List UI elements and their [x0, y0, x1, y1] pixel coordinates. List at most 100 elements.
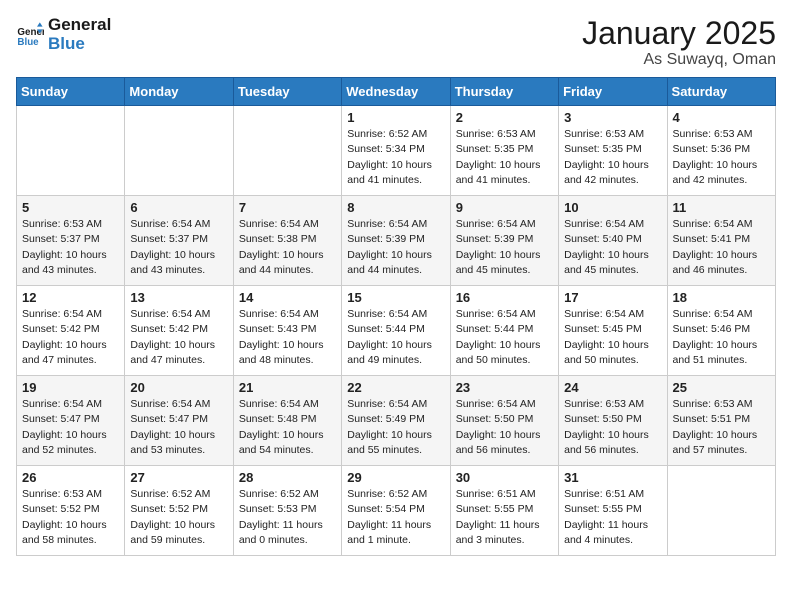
sunset-text: Sunset: 5:37 PM — [130, 232, 227, 247]
day-number: 31 — [564, 470, 661, 485]
day-info: Sunrise: 6:52 AMSunset: 5:54 PMDaylight:… — [347, 487, 444, 548]
calendar-cell: 8 Sunrise: 6:54 AMSunset: 5:39 PMDaylight… — [342, 196, 450, 286]
day-info: Sunrise: 6:53 AMSunset: 5:35 PMDaylight:… — [456, 127, 553, 188]
day-number: 21 — [239, 380, 336, 395]
day-number: 24 — [564, 380, 661, 395]
sunset-text: Sunset: 5:38 PM — [239, 232, 336, 247]
day-info: Sunrise: 6:51 AMSunset: 5:55 PMDaylight:… — [456, 487, 553, 548]
day-number: 28 — [239, 470, 336, 485]
day-info: Sunrise: 6:54 AMSunset: 5:42 PMDaylight:… — [130, 307, 227, 368]
sunrise-text: Sunrise: 6:54 AM — [239, 397, 336, 412]
sunrise-text: Sunrise: 6:52 AM — [239, 487, 336, 502]
calendar-cell: 15Sunrise: 6:54 AMSunset: 5:44 PMDayligh… — [342, 286, 450, 376]
day-info: Sunrise: 6:51 AMSunset: 5:55 PMDaylight:… — [564, 487, 661, 548]
calendar-cell: 20Sunrise: 6:54 AMSunset: 5:47 PMDayligh… — [125, 376, 233, 466]
sunrise-text: Sunrise: 6:54 AM — [239, 217, 336, 232]
day-number: 1 — [347, 110, 444, 125]
daylight-text: Daylight: 10 hours and 49 minutes. — [347, 338, 444, 368]
sunrise-text: Sunrise: 6:51 AM — [564, 487, 661, 502]
logo-blue: Blue — [48, 35, 111, 54]
day-number: 19 — [22, 380, 119, 395]
daylight-text: Daylight: 10 hours and 47 minutes. — [130, 338, 227, 368]
svg-text:Blue: Blue — [17, 36, 39, 47]
calendar-cell: 31 Sunrise: 6:51 AMSunset: 5:55 PMDayligh… — [559, 466, 667, 556]
sunset-text: Sunset: 5:36 PM — [673, 142, 770, 157]
day-info: Sunrise: 6:54 AMSunset: 5:38 PMDaylight:… — [239, 217, 336, 278]
daylight-text: Daylight: 10 hours and 59 minutes. — [130, 518, 227, 548]
day-number: 11 — [673, 200, 770, 215]
day-info: Sunrise: 6:54 AMSunset: 5:37 PMDaylight:… — [130, 217, 227, 278]
sunrise-text: Sunrise: 6:52 AM — [347, 487, 444, 502]
daylight-text: Daylight: 10 hours and 44 minutes. — [239, 248, 336, 278]
sunrise-text: Sunrise: 6:53 AM — [673, 397, 770, 412]
daylight-text: Daylight: 10 hours and 50 minutes. — [564, 338, 661, 368]
day-info: Sunrise: 6:54 AMSunset: 5:40 PMDaylight:… — [564, 217, 661, 278]
day-info: Sunrise: 6:54 AMSunset: 5:44 PMDaylight:… — [347, 307, 444, 368]
day-header-saturday: Saturday — [667, 78, 775, 106]
day-number: 12 — [22, 290, 119, 305]
sunset-text: Sunset: 5:45 PM — [564, 322, 661, 337]
day-number: 23 — [456, 380, 553, 395]
calendar-cell — [667, 466, 775, 556]
sunrise-text: Sunrise: 6:54 AM — [456, 307, 553, 322]
sunset-text: Sunset: 5:52 PM — [22, 502, 119, 517]
day-info: Sunrise: 6:54 AMSunset: 5:50 PMDaylight:… — [456, 397, 553, 458]
week-row-1: 1Sunrise: 6:52 AMSunset: 5:34 PMDaylight… — [17, 106, 776, 196]
calendar-cell: 22Sunrise: 6:54 AMSunset: 5:49 PMDayligh… — [342, 376, 450, 466]
day-info: Sunrise: 6:53 AMSunset: 5:52 PMDaylight:… — [22, 487, 119, 548]
daylight-text: Daylight: 11 hours and 3 minutes. — [456, 518, 553, 548]
day-number: 3 — [564, 110, 661, 125]
day-header-thursday: Thursday — [450, 78, 558, 106]
day-header-tuesday: Tuesday — [233, 78, 341, 106]
sunset-text: Sunset: 5:35 PM — [564, 142, 661, 157]
day-info: Sunrise: 6:54 AMSunset: 5:42 PMDaylight:… — [22, 307, 119, 368]
daylight-text: Daylight: 10 hours and 46 minutes. — [673, 248, 770, 278]
day-info: Sunrise: 6:54 AMSunset: 5:39 PMDaylight:… — [347, 217, 444, 278]
daylight-text: Daylight: 10 hours and 53 minutes. — [130, 428, 227, 458]
week-row-2: 5Sunrise: 6:53 AMSunset: 5:37 PMDaylight… — [17, 196, 776, 286]
day-number: 10 — [564, 200, 661, 215]
sunset-text: Sunset: 5:49 PM — [347, 412, 444, 427]
calendar-title: January 2025 — [582, 16, 776, 51]
day-info: Sunrise: 6:52 AMSunset: 5:53 PMDaylight:… — [239, 487, 336, 548]
sunrise-text: Sunrise: 6:54 AM — [239, 307, 336, 322]
day-number: 4 — [673, 110, 770, 125]
daylight-text: Daylight: 10 hours and 52 minutes. — [22, 428, 119, 458]
sunset-text: Sunset: 5:55 PM — [564, 502, 661, 517]
calendar-cell: 19 Sunrise: 6:54 AMSunset: 5:47 PMDayligh… — [17, 376, 125, 466]
sunrise-text: Sunrise: 6:54 AM — [673, 307, 770, 322]
sunset-text: Sunset: 5:53 PM — [239, 502, 336, 517]
calendar-cell: 9Sunrise: 6:54 AMSunset: 5:39 PMDaylight… — [450, 196, 558, 286]
sunrise-text: Sunrise: 6:54 AM — [130, 307, 227, 322]
day-number: 17 — [564, 290, 661, 305]
sunrise-text: Sunrise: 6:53 AM — [22, 487, 119, 502]
daylight-text: Daylight: 10 hours and 54 minutes. — [239, 428, 336, 458]
sunrise-text: Sunrise: 6:54 AM — [130, 397, 227, 412]
day-number: 16 — [456, 290, 553, 305]
calendar-cell: 21 Sunrise: 6:54 AMSunset: 5:48 PMDayligh… — [233, 376, 341, 466]
day-number: 8 — [347, 200, 444, 215]
day-info: Sunrise: 6:53 AMSunset: 5:35 PMDaylight:… — [564, 127, 661, 188]
daylight-text: Daylight: 11 hours and 4 minutes. — [564, 518, 661, 548]
day-info: Sunrise: 6:54 AMSunset: 5:47 PMDaylight:… — [130, 397, 227, 458]
daylight-text: Daylight: 10 hours and 51 minutes. — [673, 338, 770, 368]
sunrise-text: Sunrise: 6:54 AM — [347, 397, 444, 412]
sunrise-text: Sunrise: 6:53 AM — [564, 127, 661, 142]
day-number: 7 — [239, 200, 336, 215]
week-row-4: 19 Sunrise: 6:54 AMSunset: 5:47 PMDayligh… — [17, 376, 776, 466]
day-info: Sunrise: 6:54 AMSunset: 5:43 PMDaylight:… — [239, 307, 336, 368]
page-header: General Blue General Blue January 2025 A… — [16, 16, 776, 69]
calendar-cell — [233, 106, 341, 196]
daylight-text: Daylight: 10 hours and 41 minutes. — [347, 158, 444, 188]
sunset-text: Sunset: 5:35 PM — [456, 142, 553, 157]
sunrise-text: Sunrise: 6:52 AM — [130, 487, 227, 502]
day-header-sunday: Sunday — [17, 78, 125, 106]
calendar-cell: 26Sunrise: 6:53 AMSunset: 5:52 PMDayligh… — [17, 466, 125, 556]
day-info: Sunrise: 6:54 AMSunset: 5:47 PMDaylight:… — [22, 397, 119, 458]
daylight-text: Daylight: 11 hours and 0 minutes. — [239, 518, 336, 548]
calendar-cell: 30Sunrise: 6:51 AMSunset: 5:55 PMDayligh… — [450, 466, 558, 556]
week-row-5: 26Sunrise: 6:53 AMSunset: 5:52 PMDayligh… — [17, 466, 776, 556]
sunset-text: Sunset: 5:44 PM — [347, 322, 444, 337]
day-info: Sunrise: 6:54 AMSunset: 5:48 PMDaylight:… — [239, 397, 336, 458]
sunrise-text: Sunrise: 6:54 AM — [673, 217, 770, 232]
